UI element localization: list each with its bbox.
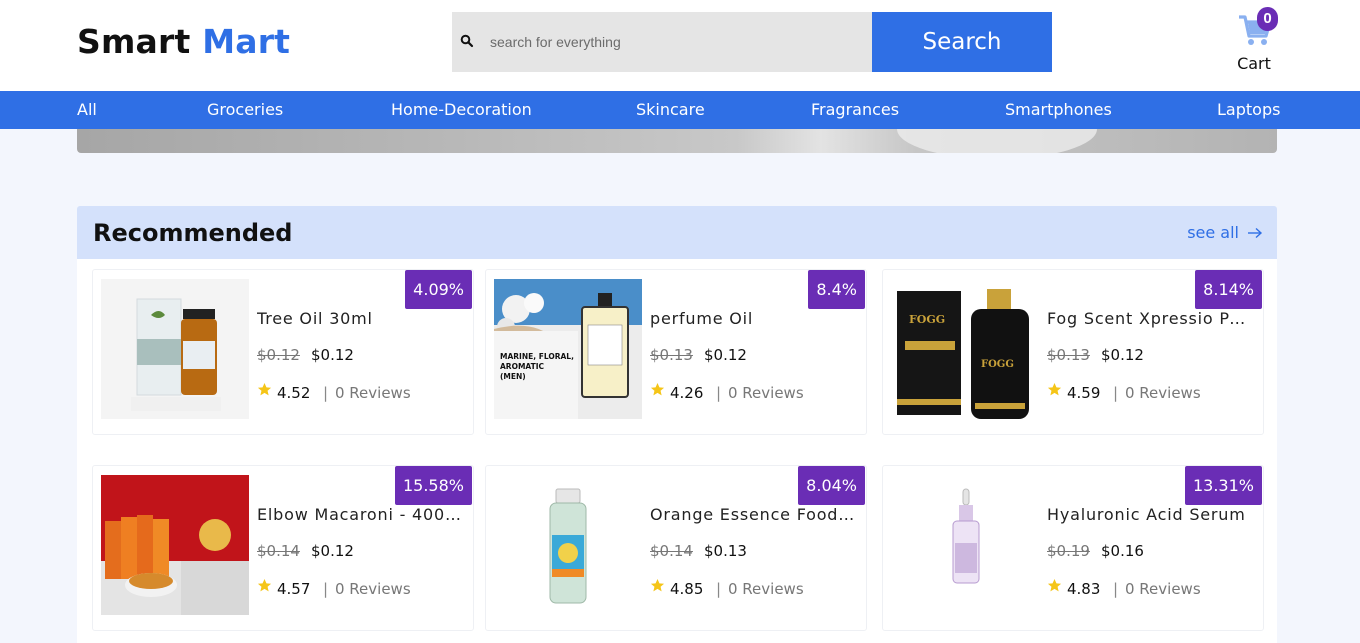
rating-value: 4.57 (277, 580, 311, 598)
rating-value: 4.26 (670, 384, 704, 402)
recommended-grid: 4.09% Tree Oil 30ml $0.12 $0.12 4.52 | 0… (77, 259, 1277, 643)
review-count[interactable]: 0 Reviews (728, 580, 804, 598)
product-image[interactable] (101, 279, 249, 419)
category-nav: All Groceries Home-Decoration Skincare F… (0, 91, 1360, 129)
product-image[interactable]: MARINE, FLORAL, AROMATIC (MEN) (494, 279, 642, 419)
star-icon (257, 578, 272, 592)
original-price: $0.13 (650, 346, 693, 364)
rating-value: 4.83 (1067, 580, 1101, 598)
product-name[interactable]: Elbow Macaroni - 400 gm (257, 505, 463, 524)
sale-price: $0.12 (704, 346, 747, 364)
separator: | (323, 384, 329, 402)
original-price: $0.14 (650, 542, 693, 560)
product-name[interactable]: Orange Essence Food Flavour (650, 505, 856, 524)
nav-item-groceries[interactable]: Groceries (207, 100, 283, 119)
separator: | (1113, 580, 1119, 598)
section-title: Recommended (93, 219, 293, 247)
search-box (452, 12, 872, 72)
star-icon (257, 382, 272, 396)
svg-text:FOGG: FOGG (981, 359, 1014, 370)
product-card[interactable]: 8.04% Orange Essence Food Flavour $0.14 … (485, 465, 867, 631)
product-image[interactable] (101, 475, 249, 615)
see-all-link[interactable]: see all (1187, 223, 1263, 242)
discount-badge: 8.4% (808, 270, 865, 309)
cart-button[interactable]: 0 Cart (1230, 4, 1278, 76)
nav-item-fragrances[interactable]: Fragrances (811, 100, 899, 119)
nav-item-laptops[interactable]: Laptops (1217, 100, 1280, 119)
review-count[interactable]: 0 Reviews (1125, 384, 1201, 402)
svg-text:AROMATIC: AROMATIC (500, 362, 545, 371)
product-name[interactable]: Tree Oil 30ml (257, 309, 463, 328)
product-card[interactable]: 13.31% Hyaluronic Acid Serum $0.19 $0.16… (882, 465, 1264, 631)
product-card[interactable]: MARINE, FLORAL, AROMATIC (MEN) 8.4% perf… (485, 269, 867, 435)
product-image[interactable] (891, 475, 1039, 615)
hero-banner[interactable] (77, 129, 1277, 153)
product-card[interactable]: 15.58% Elbow Macaroni - 400 gm $0.14 $0.… (92, 465, 474, 631)
sale-price: $0.12 (311, 542, 354, 560)
rating-value: 4.85 (670, 580, 704, 598)
separator: | (716, 384, 722, 402)
review-count[interactable]: 0 Reviews (335, 580, 411, 598)
svg-text:FOGG: FOGG (909, 313, 945, 326)
recommended-header: Recommended see all (77, 206, 1277, 259)
nav-item-skincare[interactable]: Skincare (636, 100, 705, 119)
sale-price: $0.13 (704, 542, 747, 560)
nav-item-smartphones[interactable]: Smartphones (1005, 100, 1112, 119)
cart-count-badge: 0 (1257, 7, 1278, 31)
search-input[interactable] (482, 12, 862, 72)
logo[interactable]: Smart Mart (77, 22, 290, 61)
discount-badge: 4.09% (405, 270, 472, 309)
arrow-right-icon (1248, 227, 1263, 238)
search-button[interactable]: Search (872, 12, 1052, 72)
search-icon (460, 34, 474, 48)
see-all-label: see all (1187, 223, 1239, 242)
star-icon (1047, 578, 1062, 592)
star-icon (1047, 382, 1062, 396)
discount-badge: 8.14% (1195, 270, 1262, 309)
svg-text:(MEN): (MEN) (500, 372, 526, 381)
nav-item-home-decoration[interactable]: Home-Decoration (391, 100, 532, 119)
review-count[interactable]: 0 Reviews (1125, 580, 1201, 598)
logo-part1: Smart (77, 22, 191, 61)
rating-value: 4.59 (1067, 384, 1101, 402)
original-price: $0.19 (1047, 542, 1090, 560)
product-name[interactable]: Hyaluronic Acid Serum (1047, 505, 1253, 524)
product-name[interactable]: Fog Scent Xpressio Perfume (1047, 309, 1253, 328)
original-price: $0.14 (257, 542, 300, 560)
discount-badge: 8.04% (798, 466, 865, 505)
review-count[interactable]: 0 Reviews (335, 384, 411, 402)
product-card[interactable]: 4.09% Tree Oil 30ml $0.12 $0.12 4.52 | 0… (92, 269, 474, 435)
separator: | (323, 580, 329, 598)
cart-label: Cart (1237, 54, 1271, 73)
sale-price: $0.16 (1101, 542, 1144, 560)
product-image[interactable] (494, 475, 642, 615)
nav-item-all[interactable]: All (77, 100, 97, 119)
sale-price: $0.12 (1101, 346, 1144, 364)
original-price: $0.13 (1047, 346, 1090, 364)
product-image[interactable]: FOGG FOGG (891, 279, 1039, 419)
star-icon (650, 578, 665, 592)
rating-value: 4.52 (277, 384, 311, 402)
product-card[interactable]: FOGG FOGG 8.14% Fog Scent Xpressio Perfu… (882, 269, 1264, 435)
discount-badge: 13.31% (1184, 466, 1262, 505)
star-icon (650, 382, 665, 396)
sale-price: $0.12 (311, 346, 354, 364)
product-name[interactable]: perfume Oil (650, 309, 856, 328)
svg-text:MARINE, FLORAL,: MARINE, FLORAL, (500, 352, 574, 361)
header: Smart Mart Search 0 Cart (0, 0, 1360, 91)
separator: | (716, 580, 722, 598)
logo-part2: Mart (202, 22, 291, 61)
review-count[interactable]: 0 Reviews (728, 384, 804, 402)
discount-badge: 15.58% (394, 466, 472, 505)
separator: | (1113, 384, 1119, 402)
original-price: $0.12 (257, 346, 300, 364)
